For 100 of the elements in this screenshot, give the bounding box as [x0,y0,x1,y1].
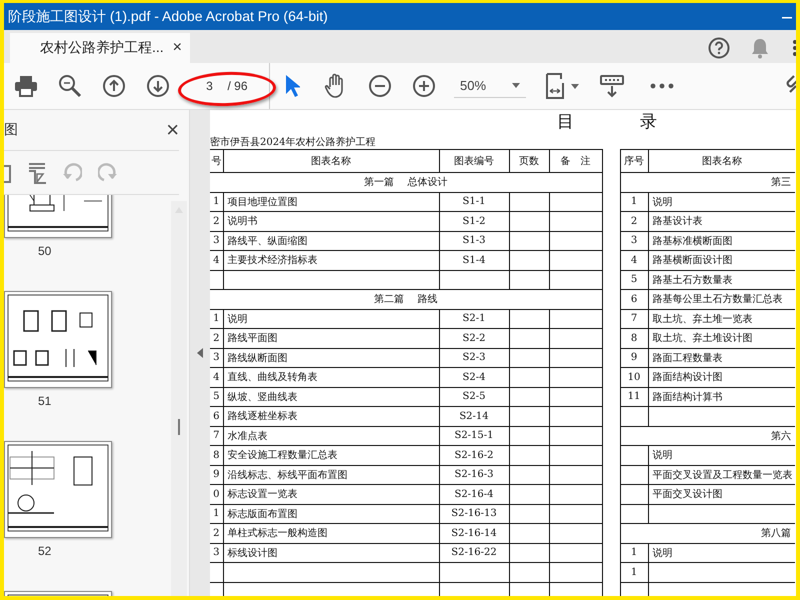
column-header: 备 注 [549,150,602,172]
table-cell: 项目地理位置图 [228,196,298,208]
table-cell: 标志设置一览表 [228,489,298,500]
table-cell: 标志版面布置图 [228,508,298,520]
help-icon[interactable] [708,36,730,58]
table-cell: 1 [213,313,220,324]
table-cell: 9 [630,352,638,364]
table-cell: 11 [628,391,640,402]
table-cell: 单柱式标志一般构造图 [228,528,328,540]
table-cell: 标线设计图 [228,548,278,559]
table-cell: 路基每公里土石方数量汇总表 [652,294,782,306]
table-cell: 7 [213,430,220,442]
column-header: 页数 [509,150,549,172]
zoom-dropdown[interactable]: 50% [454,74,526,98]
document-heading: 录 [640,111,657,133]
zoom-out-icon[interactable] [368,74,392,98]
table-cell: S2-14 [459,410,489,422]
table-cell: 取土坑、弃土堆设计图 [652,333,752,344]
more-tools-icon[interactable] [650,83,674,89]
table-cell: S2-16-4 [454,488,494,500]
page-thumbnail[interactable] [4,291,112,388]
table-cell: 6 [213,410,220,422]
table-cell: S2-16-3 [454,469,494,480]
table-cell: S2-15-1 [454,430,494,442]
table-cell: 说明 [228,314,248,325]
scrollbar-thumb[interactable] [178,419,180,435]
table-cell: S1-2 [462,216,486,227]
table-cell: 路面工程数量表 [652,352,722,364]
table-cell: 3 [630,235,638,246]
table-cell: 说明 [652,196,672,208]
table-cell: 0 [213,488,220,500]
table-cell: 路基设计表 [652,216,702,228]
table-cell: 说明 [652,548,672,559]
table-cell: 平面交叉设计图 [652,489,722,500]
table-cell: 8 [630,332,638,344]
document-heading: 目 [557,111,574,133]
scroll-mode-icon[interactable] [600,74,624,98]
page-number-field[interactable]: 3 [201,79,218,93]
zoom-in-icon[interactable] [412,74,436,98]
table-cell: 平面交叉设置及工程数量一览表 [652,470,792,481]
close-panel-button[interactable]: × [166,117,180,143]
table-cell: 路线逐桩坐标表 [228,411,298,422]
table-cell: 10 [628,372,640,383]
print-icon[interactable] [14,75,38,97]
page-number: 50 [38,244,52,258]
next-page-icon[interactable] [146,74,170,98]
collapse-arrow-icon[interactable] [197,348,204,358]
table-cell: 路面结构计算书 [652,392,722,403]
table-cell: 主要技术经济指标表 [228,255,318,266]
table-cell: 直线、曲线及转角表 [228,372,318,384]
table-cell: S2-16-14 [451,528,497,539]
table-cell: 1 [630,196,638,208]
section-heading: 第一篇 总体设计 [364,177,448,188]
table-cell: 6 [630,294,638,305]
table-cell: S2-16-13 [451,508,497,520]
section-heading: 第二篇 路线 [374,294,438,306]
table-cell: 1 [213,196,220,208]
table-cell: S2-4 [462,372,486,383]
table-cell: 4 [630,254,638,266]
insert-page-icon[interactable] [28,162,46,184]
table-cell: 1 [630,566,638,578]
table-cell: 路基标准横断面图 [652,236,732,247]
table-cell: 路基横断面设计图 [652,255,732,266]
table-cell: S1-4 [462,254,486,266]
page-number: 51 [38,394,52,408]
pointer-icon[interactable] [284,74,300,98]
table-cell: S2-3 [462,352,486,364]
column-header: 号 [210,150,223,172]
table-cell: 3 [213,352,220,364]
table-cell: 4 [213,372,220,383]
table-cell: S2-5 [462,391,486,402]
table-cell: 8 [213,450,220,461]
column-header: 序号 [620,150,648,172]
previous-page-icon[interactable] [102,74,126,98]
table-cell: S1-1 [462,196,486,208]
column-header: 图表名称 [223,150,439,172]
document-tab[interactable]: 农村公路养护工程... × [10,33,190,63]
page-thumbnail[interactable] [4,441,112,538]
page-total: / 96 [227,79,248,93]
table-cell: 2 [213,216,220,227]
table-cell: 9 [213,469,220,480]
zoom-search-icon[interactable] [58,74,82,98]
table-cell: 路线纵断面图 [228,352,288,364]
table-cell: 1 [213,508,220,520]
table-cell: S1-3 [462,235,486,246]
section-heading: 第八篇 [761,528,791,540]
table-cell: 沿线标志、标线平面布置图 [228,470,348,481]
section-heading: 第六 [771,430,791,442]
table-cell: 2 [213,528,220,539]
table-cell: 5 [213,391,220,402]
table-cell: 说明书 [228,216,258,228]
table-cell: 3 [213,235,220,246]
window-title: 阶段施工图设计 (1).pdf - Adobe Acrobat Pro (64-bit) [8,8,329,26]
fit-page-icon[interactable] [545,73,567,99]
section-heading: 第三 [771,177,791,188]
table-cell: 路线平面图 [228,333,278,344]
table-cell: 安全设施工程数量汇总表 [228,450,338,462]
table-cell: 路基土石方数量表 [652,274,732,286]
close-tab-button[interactable]: × [172,39,182,57]
table-cell: 路线平、纵面缩图 [228,236,308,247]
